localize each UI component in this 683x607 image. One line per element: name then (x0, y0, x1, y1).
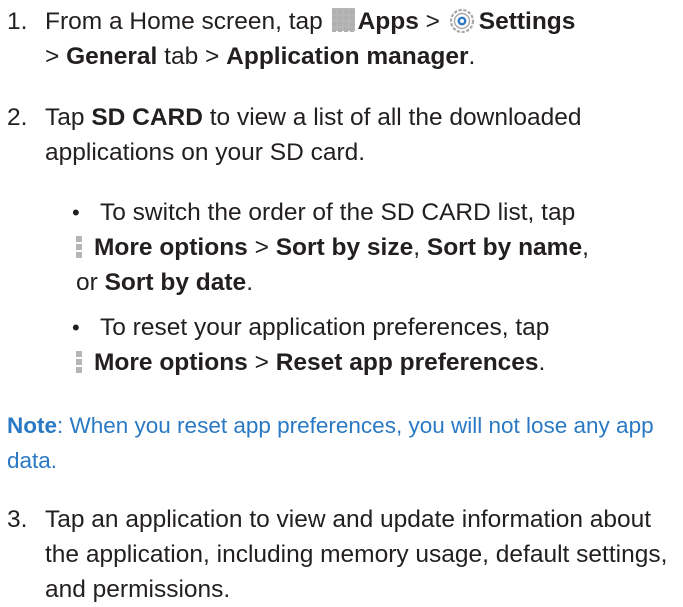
note: Note: When you reset app preferences, yo… (7, 408, 667, 478)
step-number: 3. (7, 506, 28, 533)
step-number: 1. (7, 8, 28, 35)
note-label: Note (7, 413, 57, 438)
step-text: From a Home screen, tap Apps > Settings … (45, 8, 576, 70)
sd-card-label: SD CARD (91, 104, 203, 131)
apps-label: Apps (357, 8, 419, 35)
more-options-icon (76, 348, 82, 373)
bullet-sort-order: • To switch the order of the SD CARD lis… (72, 195, 683, 300)
more-options-icon (76, 233, 82, 258)
general-label: General (66, 43, 158, 70)
more-options-label: More options (94, 349, 248, 376)
reset-app-preferences-label: Reset app preferences (275, 349, 539, 376)
apps-grid-icon (331, 8, 355, 32)
step-text: Tap SD CARD to view a list of all the do… (45, 104, 582, 166)
bullet-dot: • (72, 200, 80, 225)
step-2: 2. Tap SD CARD to view a list of all the… (7, 100, 683, 170)
step-text: Tap an application to view and update in… (45, 506, 668, 603)
bullet-dot: • (72, 315, 80, 340)
application-manager-label: Application manager (226, 43, 469, 70)
sort-by-name-label: Sort by name (426, 234, 583, 261)
note-text: : When you reset app preferences, you wi… (7, 413, 654, 473)
step-3: 3. Tap an application to view and update… (7, 502, 683, 607)
bullet-text: To switch the order of the SD CARD list,… (76, 199, 589, 296)
step-1: 1. From a Home screen, tap Apps > Settin… (7, 4, 683, 74)
more-options-label: More options (94, 234, 248, 261)
settings-label: Settings (478, 8, 576, 35)
bullet-text: To reset your application preferences, t… (76, 310, 683, 380)
settings-gear-icon (449, 8, 475, 34)
step-number: 2. (7, 104, 28, 131)
bullet-reset-preferences: • To reset your application preferences,… (72, 310, 683, 380)
sort-by-size-label: Sort by size (275, 234, 414, 261)
sort-by-date-label: Sort by date (104, 269, 247, 296)
